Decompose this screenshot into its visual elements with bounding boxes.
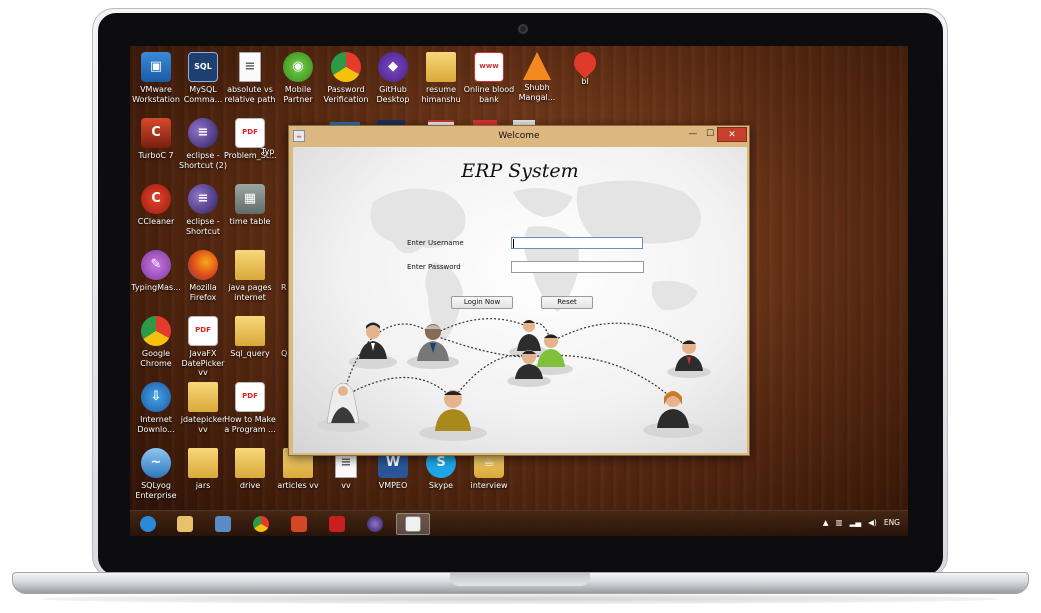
image-icon: ▦ — [235, 184, 265, 214]
username-label: Enter Username — [407, 239, 464, 247]
network-icon[interactable]: ▥ — [835, 518, 842, 527]
taskbar: ▲ ▥ ▂▄ ◀) ENG — [130, 510, 908, 536]
internet-download-icon: ⇩ — [141, 382, 171, 412]
desktop-screen: ▣ VMware Workstation SQL MySQL Comma... ≡ a… — [130, 46, 908, 536]
file-explorer-icon — [177, 516, 193, 532]
text-caret — [513, 239, 514, 248]
signal-icon[interactable]: ▂▄ — [850, 518, 862, 527]
desktop-icon[interactable]: ≡ eclipse - Shortcut — [177, 184, 229, 236]
folder-icon — [235, 448, 265, 478]
github-icon: ◆ — [378, 52, 408, 82]
desktop-icon[interactable]: jars — [177, 448, 229, 491]
taskbar-java-app[interactable] — [396, 513, 430, 535]
taskbar-eclipse[interactable] — [358, 513, 392, 535]
minimize-button[interactable]: — — [685, 128, 701, 142]
window-title: Welcome — [498, 131, 540, 141]
eclipse-icon: ≡ — [188, 118, 218, 148]
desktop-icon[interactable]: ▣ VMware Workstation — [130, 52, 182, 104]
reset-button[interactable]: Reset — [541, 296, 593, 309]
firefox-icon — [188, 250, 218, 280]
desktop-icon[interactable]: ▦ time table — [224, 184, 276, 227]
blood-drop-icon — [569, 47, 601, 79]
taskbar-acrobat[interactable] — [320, 513, 354, 535]
login-button[interactable]: Login Now — [451, 296, 513, 309]
turboc-icon: C — [141, 118, 171, 148]
laptop-notch — [450, 573, 590, 586]
app-heading: ERP System — [461, 160, 579, 182]
powerpoint-icon — [291, 516, 307, 532]
desktop-icon[interactable]: PDF JavaFX DatePicker vv — [177, 316, 229, 378]
desktop-icon[interactable]: drive — [224, 448, 276, 491]
desktop-icon[interactable]: ⇩ Internet Downlo... — [130, 382, 182, 434]
language-indicator[interactable]: ENG — [884, 518, 900, 527]
desktop-icon[interactable]: Password Verification — [320, 52, 372, 104]
show-hidden-icons-arrow[interactable]: ▲ — [823, 518, 829, 527]
desktop-icon[interactable]: ≡ eclipse - Shortcut (2) — [177, 118, 229, 170]
desktop-icon[interactable]: Google Chrome — [130, 316, 182, 368]
eclipse-icon — [367, 516, 383, 532]
taskbar-chrome[interactable] — [244, 513, 278, 535]
close-button[interactable]: ✕ — [717, 127, 747, 142]
folder-icon — [188, 382, 218, 412]
mobile-partner-icon: ◉ — [283, 52, 313, 82]
folder-icon — [188, 448, 218, 478]
vmware-icon: ▣ — [141, 52, 171, 82]
desktop-icon[interactable]: PDF How to Make a Program ... — [224, 382, 276, 434]
typingmaster-icon: ✎ — [141, 250, 171, 280]
maximize-button[interactable]: ☐ — [702, 128, 718, 142]
desktop-icon[interactable]: C CCleaner — [130, 184, 182, 227]
desktop-icon[interactable]: ✎ TypingMas... — [130, 250, 182, 293]
desktop-icon[interactable]: resume himanshu — [415, 52, 467, 104]
desktop-icon[interactable]: www Online blood bank — [463, 52, 515, 104]
taskbar-network[interactable] — [206, 513, 240, 535]
desktop-icon[interactable]: SQL MySQL Comma... — [177, 52, 229, 104]
desktop-icon[interactable]: Sql_query — [224, 316, 276, 359]
desktop-icon[interactable]: ~ SQLyog Enterprise — [130, 448, 182, 500]
folder-icon — [235, 316, 265, 346]
document-icon: ≡ — [239, 52, 261, 82]
pdf-icon: PDF — [188, 316, 218, 346]
desktop-icon[interactable]: ◉ Mobile Partner — [272, 52, 324, 104]
desktop-icon[interactable]: jdatepicker vv — [177, 382, 229, 434]
pdf-icon: PDF — [235, 382, 265, 412]
login-panel: ERP System Enter Username Enter Password… — [293, 147, 747, 453]
desktop-icon[interactable]: bl — [559, 47, 611, 87]
acrobat-icon — [329, 516, 345, 532]
desktop-icon[interactable]: C TurboC 7 — [130, 118, 182, 161]
window-titlebar[interactable]: ☕ Welcome — ☐ ✕ — [289, 126, 749, 147]
system-tray: ▲ ▥ ▂▄ ◀) ENG — [823, 518, 900, 527]
password-label: Enter Password — [407, 263, 461, 271]
desktop-icon[interactable]: java pages internet — [224, 250, 276, 302]
chrome-icon — [253, 516, 269, 532]
laptop-shadow — [40, 594, 1000, 604]
people-network-illustration — [317, 318, 711, 441]
eclipse-icon: ≡ — [188, 184, 218, 214]
password-field[interactable] — [511, 261, 644, 273]
mysql-icon: SQL — [188, 52, 218, 82]
sqlyog-icon: ~ — [141, 448, 171, 478]
volume-icon[interactable]: ◀) — [868, 518, 877, 527]
webcam — [518, 24, 528, 34]
chrome-icon — [141, 316, 171, 346]
folder-icon — [426, 52, 456, 82]
desktop-icon[interactable]: ◆ GitHub Desktop — [367, 52, 419, 104]
taskbar-explorer[interactable] — [168, 513, 202, 535]
username-field[interactable] — [511, 237, 643, 249]
desktop-icon[interactable]: Typ — [261, 147, 281, 157]
chrome-icon — [331, 52, 361, 82]
network-app-icon — [215, 516, 231, 532]
folder-icon — [235, 250, 265, 280]
java-icon — [405, 516, 421, 532]
ccleaner-icon: C — [141, 184, 171, 214]
vlc-icon — [523, 52, 551, 80]
internet-explorer-icon — [140, 516, 156, 532]
taskbar-ie[interactable] — [131, 513, 165, 535]
desktop-icon[interactable]: Mozilla Firefox — [177, 250, 229, 302]
pdf-icon: PDF — [235, 118, 265, 148]
taskbar-powerpoint[interactable] — [282, 513, 316, 535]
desktop-icon[interactable]: Shubh Mangal... — [511, 52, 563, 102]
welcome-window: ☕ Welcome — ☐ ✕ ERP System Enter Usernam… — [288, 125, 750, 456]
desktop-icon[interactable]: ≡ absolute vs relative path — [224, 52, 276, 104]
web-page-icon: www — [474, 52, 504, 82]
